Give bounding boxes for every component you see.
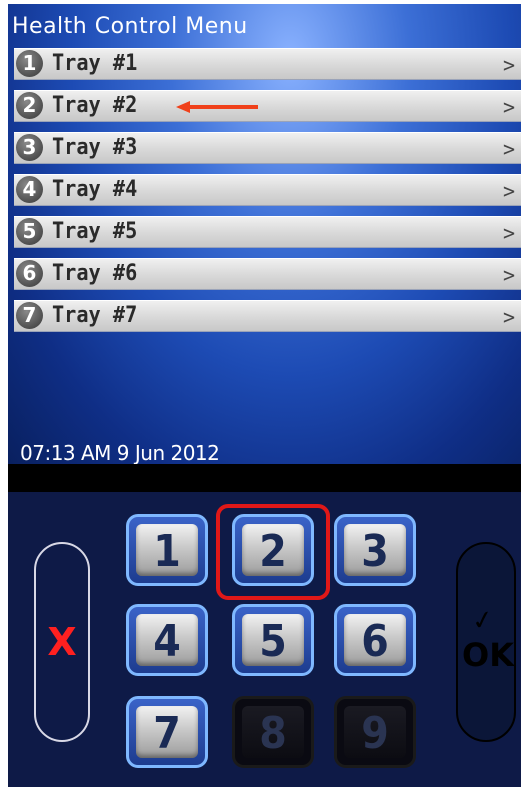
ok-label: OK	[462, 636, 514, 674]
tray-item-3[interactable]: 3 Tray #3 >	[14, 132, 521, 164]
tray-number-badge: 4	[16, 176, 43, 203]
key-7[interactable]: 7	[126, 696, 208, 768]
tray-number-badge: 5	[16, 218, 43, 245]
health-control-screen: Health Control Menu 1 Tray #1 > 2 Tray #…	[8, 4, 521, 464]
key-3[interactable]: 3	[334, 514, 416, 586]
chevron-right-icon: >	[502, 179, 515, 203]
key-label: 1	[136, 524, 198, 577]
key-1[interactable]: 1	[126, 514, 208, 586]
key-4[interactable]: 4	[126, 604, 208, 676]
tray-item-4[interactable]: 4 Tray #4 >	[14, 174, 521, 206]
chevron-right-icon: >	[502, 95, 515, 119]
tray-label: Tray #5	[52, 219, 138, 244]
annotation-arrow-icon	[176, 101, 258, 113]
key-label: 3	[344, 524, 406, 577]
key-9: 9	[334, 696, 416, 768]
annotation-highlight-box	[216, 504, 330, 600]
chevron-right-icon: >	[502, 53, 515, 77]
tray-label: Tray #1	[52, 51, 138, 76]
tray-label: Tray #6	[52, 261, 138, 286]
tray-item-6[interactable]: 6 Tray #6 >	[14, 258, 521, 290]
cancel-button[interactable]: X	[34, 542, 90, 742]
key-5[interactable]: 5	[232, 604, 314, 676]
tray-item-5[interactable]: 5 Tray #5 >	[14, 216, 521, 248]
tray-item-7[interactable]: 7 Tray #7 >	[14, 300, 521, 332]
chevron-right-icon: >	[502, 137, 515, 161]
key-8: 8	[232, 696, 314, 768]
tray-label: Tray #7	[52, 303, 138, 328]
tray-number-badge: 2	[16, 92, 43, 119]
key-label: 6	[344, 614, 406, 667]
tray-item-1[interactable]: 1 Tray #1 >	[14, 48, 521, 80]
tray-item-2[interactable]: 2 Tray #2 >	[14, 90, 521, 122]
tray-number-badge: 1	[16, 50, 43, 77]
datetime-display: 07:13 AM 9 Jun 2012	[20, 441, 220, 464]
chevron-right-icon: >	[502, 263, 515, 287]
ok-button[interactable]: ✓ OK	[456, 542, 516, 742]
tray-number-badge: 7	[16, 302, 43, 329]
tray-number-badge: 3	[16, 134, 43, 161]
key-label: 8	[242, 706, 304, 759]
tray-list: 1 Tray #1 > 2 Tray #2 > 3 Tray #3 > 4 Tr…	[14, 48, 521, 342]
key-label: 4	[136, 614, 198, 667]
key-6[interactable]: 6	[334, 604, 416, 676]
checkmark-icon: ✓	[469, 604, 497, 638]
chevron-right-icon: >	[502, 305, 515, 329]
tray-number-badge: 6	[16, 260, 43, 287]
tray-label: Tray #2	[52, 93, 138, 118]
key-label: 9	[344, 706, 406, 759]
menu-title: Health Control Menu	[12, 14, 248, 39]
tray-label: Tray #4	[52, 177, 138, 202]
keypad-panel: X 1 2 3 4 5 6 7 8 9 ✓ OK	[8, 492, 521, 787]
key-label: 7	[136, 706, 198, 759]
tray-label: Tray #3	[52, 135, 138, 160]
key-label: 5	[242, 614, 304, 667]
chevron-right-icon: >	[502, 221, 515, 245]
divider-bar	[8, 464, 521, 492]
